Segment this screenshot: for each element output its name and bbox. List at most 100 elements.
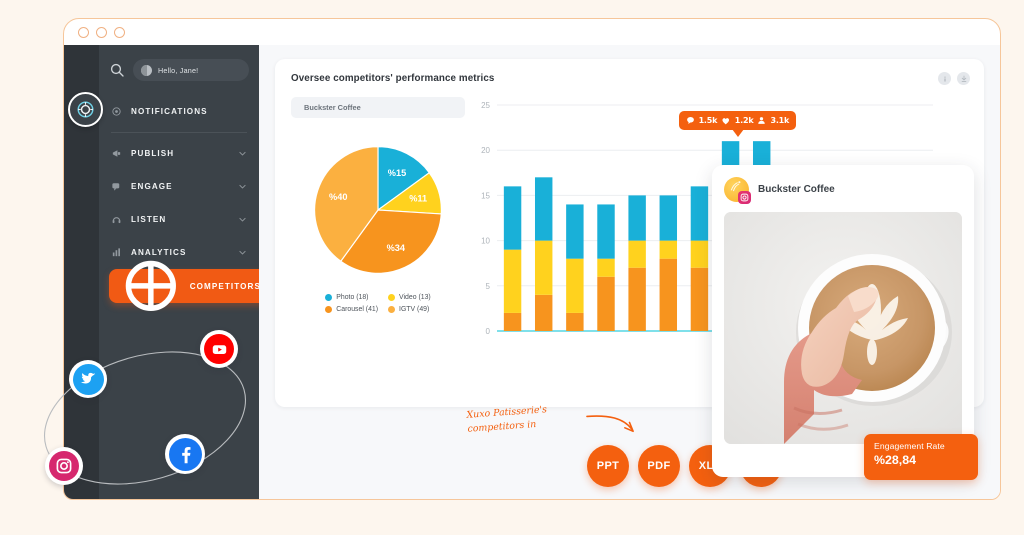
bar-segment[interactable] (659, 258, 678, 331)
bar-segment[interactable] (597, 258, 615, 277)
bell-icon (112, 107, 121, 116)
competitor-filter-pill[interactable]: Buckster Coffee (291, 97, 465, 118)
competitor-post-card: Buckster Coffee (712, 165, 974, 477)
sidebar-item-notifications[interactable]: NOTIFICATIONS (99, 95, 259, 128)
y-axis-tick-label: 25 (481, 101, 490, 110)
y-axis-tick-label: 10 (481, 237, 490, 246)
sidebar-item-label: PUBLISH (131, 149, 175, 158)
sidebar-item-label: LISTEN (131, 215, 167, 224)
bar-segment[interactable] (534, 240, 553, 295)
pie-chart-wrap: %15 %11 %34 %40 (291, 138, 465, 282)
bar-segment[interactable] (503, 186, 522, 250)
bar-segment[interactable] (597, 276, 615, 331)
legend-swatch (388, 294, 396, 301)
bar-tooltip: 1.5k 1.2k 3.1k (678, 111, 797, 138)
pie-legend-item[interactable]: Carousel (41) (325, 306, 378, 313)
sidebar-search-row: Hello, Jane! (99, 55, 259, 81)
legend-label: Carousel (41) (336, 306, 379, 313)
pie-legend: Photo (18) Video (13) Carousel (41) IGTV (4… (291, 294, 465, 313)
instagram-icon (738, 191, 751, 204)
download-icon[interactable] (957, 72, 970, 85)
bar-segment[interactable] (628, 195, 646, 241)
chevron-down-icon (239, 217, 246, 222)
bar-segment[interactable] (628, 240, 646, 268)
handwritten-annotation: Xuxo Patisserie's competitors in (466, 403, 634, 436)
legend-label: Video (13) (399, 294, 431, 301)
instagram-icon[interactable] (45, 447, 83, 485)
youtube-icon[interactable] (200, 330, 238, 368)
sidebar-item-label: COMPETITORS (189, 281, 261, 291)
facebook-icon[interactable] (165, 434, 205, 474)
comment-icon (686, 117, 694, 125)
engagement-label: Engagement Rate (874, 441, 945, 451)
sidebar-item-listen[interactable]: LISTEN (99, 203, 259, 236)
bar-segment[interactable] (597, 204, 615, 259)
sidebar-item-publish[interactable]: PUBLISH (99, 137, 259, 170)
sidebar-active-slot: COMPETITORS (99, 260, 273, 313)
sidebar-item-label: ENGAGE (131, 182, 173, 191)
sidebar-divider (111, 132, 247, 133)
bar-segment[interactable] (503, 312, 522, 331)
window-dot-maximize[interactable] (114, 26, 125, 38)
sidebar-item-engage[interactable]: ENGAGE (99, 170, 259, 203)
user-greeting-pill[interactable]: Hello, Jane! (133, 59, 249, 81)
person-icon (758, 117, 766, 125)
greeting-label: Hello, Jane! (158, 65, 199, 75)
sidebar-item-competitors[interactable]: COMPETITORS (109, 260, 273, 312)
bar-segment[interactable] (534, 177, 553, 241)
window-dot-minimize[interactable] (96, 26, 107, 38)
pie-slice-label: %40 (329, 192, 347, 202)
tooltip-followers: 3.1k (770, 116, 790, 126)
pie-legend-item[interactable]: Photo (18) (325, 294, 378, 301)
page-root: Hello, Jane! NOTIFICATIONS PUBLISH ENGAG… (0, 0, 1024, 535)
filter-label: Buckster Coffee (304, 103, 361, 112)
post-photo[interactable] (724, 212, 962, 444)
pie-slice-label: %11 (409, 194, 427, 204)
legend-swatch (388, 306, 396, 313)
export-ppt-button[interactable]: PPT (587, 445, 629, 487)
bar-segment[interactable] (690, 267, 709, 331)
brand-avatar (724, 177, 751, 204)
bar-segment[interactable] (566, 312, 584, 331)
info-icon[interactable] (938, 72, 951, 85)
heart-icon (722, 118, 730, 125)
pie-slice-label: %15 (388, 168, 406, 178)
social-orbit (30, 322, 260, 507)
engagement-value: %28,84 (874, 453, 917, 467)
pie-legend-item[interactable]: Video (13) (388, 294, 431, 301)
search-icon[interactable] (109, 62, 125, 78)
pie-chart: %15 %11 %34 %40 (314, 146, 442, 274)
bar-segment[interactable] (690, 186, 709, 241)
bar-segment[interactable] (690, 240, 709, 268)
target-icon (125, 260, 176, 312)
legend-swatch (325, 294, 333, 301)
avatar (141, 64, 152, 76)
export-pdf-button[interactable]: PDF (638, 445, 680, 487)
pie-slice-label: %34 (387, 243, 406, 253)
pie-legend-item[interactable]: IGTV (49) (388, 306, 431, 313)
app-logo[interactable] (68, 92, 103, 127)
bar-segment[interactable] (659, 195, 678, 241)
bar-segment[interactable] (534, 294, 553, 331)
legend-swatch (325, 306, 333, 313)
twitter-icon[interactable] (69, 360, 107, 398)
page-title: Oversee competitors' performance metrics (291, 73, 495, 84)
latte-art-illustration (724, 212, 962, 444)
sidebar-item-label: NOTIFICATIONS (131, 107, 208, 116)
bar-segment[interactable] (503, 249, 522, 313)
legend-label: Photo (18) (336, 294, 369, 301)
bar-segment[interactable] (628, 267, 646, 331)
y-axis-tick-label: 20 (481, 146, 490, 155)
legend-label: IGTV (49) (399, 306, 430, 313)
window-chrome-bar (64, 19, 1000, 45)
bar-segment[interactable] (566, 204, 584, 259)
annotation-arrow-icon (586, 415, 634, 432)
chevron-down-icon (239, 184, 246, 189)
window-dot-close[interactable] (78, 26, 89, 38)
y-axis-tick-label: 0 (486, 327, 491, 336)
bar-segment[interactable] (566, 258, 584, 313)
engagement-rate-badge: Engagement Rate %28,84 (864, 434, 978, 480)
chevron-down-icon (239, 151, 246, 156)
chevron-down-icon (239, 250, 246, 255)
bar-segment[interactable] (659, 240, 678, 259)
